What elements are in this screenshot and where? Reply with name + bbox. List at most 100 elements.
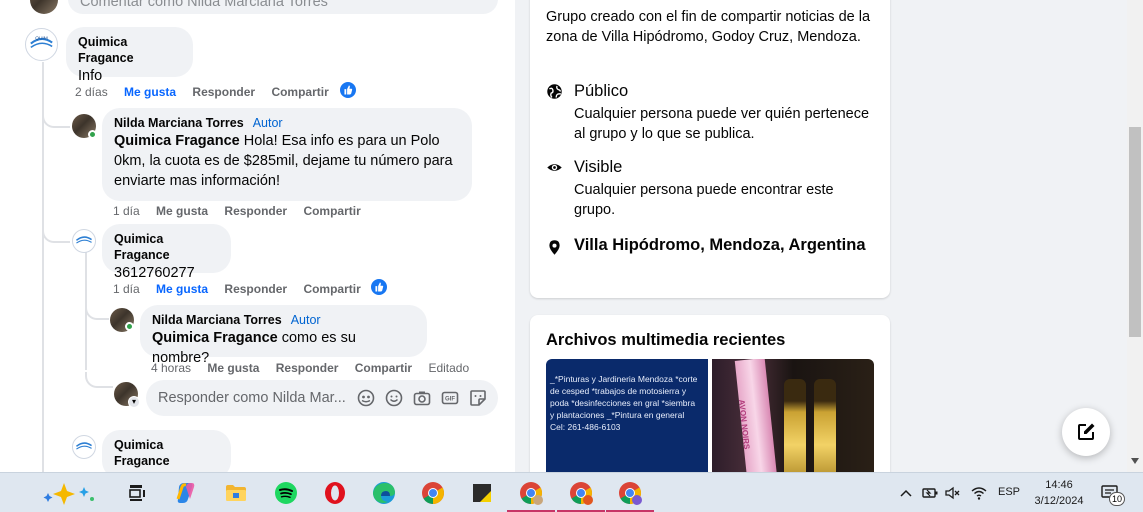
new-message-button[interactable]	[1062, 408, 1110, 456]
input-language-indicator[interactable]: ESP	[998, 486, 1020, 498]
privacy-description: Cualquier persona puede ver quién perten…	[574, 106, 870, 142]
page-scrollbar[interactable]	[1127, 0, 1143, 472]
quimica-fragance-avatar[interactable]	[72, 435, 96, 459]
comment-time[interactable]: 2 días	[75, 85, 108, 99]
wifi-icon[interactable]	[970, 483, 988, 503]
share-button[interactable]: Compartir	[271, 85, 328, 99]
scrollbar-thumb[interactable]	[1129, 127, 1141, 337]
group-about-card: Grupo creado con el fin de compartir not…	[530, 0, 890, 298]
thread-connector	[42, 100, 70, 128]
reply-input[interactable]	[158, 380, 358, 416]
chrome-profile-icon[interactable]	[507, 477, 555, 512]
privacy-title: Público	[574, 82, 629, 100]
account-switch-chevron-icon[interactable]: ▾	[128, 396, 140, 408]
flyer-text: _*Pinturas y Jardineria Mendoza *corte d…	[550, 374, 698, 432]
comment-time[interactable]: 1 día	[113, 204, 140, 218]
sticker-icon[interactable]	[468, 388, 488, 408]
visibility-title: Visible	[574, 158, 623, 176]
mention-link[interactable]: Quimica Fragance	[114, 133, 240, 149]
location-pin-icon	[546, 239, 563, 256]
media-thumbnail-product[interactable]: AVON NOIRS	[712, 359, 874, 489]
comment-time[interactable]: 1 día	[113, 282, 140, 296]
sticky-notes-icon[interactable]	[466, 477, 498, 509]
like-button[interactable]: Me gusta	[156, 204, 208, 218]
scroll-down-arrow-icon[interactable]	[1131, 458, 1139, 464]
recent-media-card: Archivos multimedia recientes _*Pinturas…	[530, 315, 890, 489]
file-explorer-icon[interactable]	[220, 477, 252, 509]
comment-bubble: Nilda Marciana Torres Autor Quimica Fraga…	[102, 108, 472, 201]
thread-connector	[85, 372, 113, 388]
avatar-sticker-icon[interactable]	[356, 388, 376, 408]
media-card-title: Archivos multimedia recientes	[546, 331, 786, 349]
author-badge: Autor	[252, 116, 283, 130]
comment-actions: 2 días Me gusta Responder Compartir	[75, 84, 342, 100]
windows-taskbar: ESP 14:46 3/12/2024 10	[0, 472, 1143, 512]
group-description: Grupo creado con el fin de compartir not…	[546, 9, 871, 45]
opera-icon[interactable]	[319, 477, 351, 509]
reply-button[interactable]: Responder	[276, 361, 339, 375]
online-status-badge	[125, 322, 134, 331]
edge-icon[interactable]	[368, 477, 400, 509]
svg-text:QUIM: QUIM	[35, 36, 48, 42]
chrome-profile-icon[interactable]	[557, 477, 605, 512]
show-hidden-icons-chevron-icon[interactable]	[898, 483, 914, 503]
comment-author[interactable]: Quimica Fragance	[114, 437, 219, 469]
like-reaction-icon[interactable]	[339, 81, 357, 99]
globe-icon	[546, 83, 563, 100]
copilot-icon[interactable]	[170, 477, 202, 509]
current-user-avatar[interactable]	[30, 0, 58, 14]
location-text[interactable]: Villa Hipódromo, Mendoza, Argentina	[574, 235, 874, 256]
comment-author[interactable]: Quimica Fragance	[114, 231, 219, 263]
share-button[interactable]: Compartir	[303, 282, 360, 296]
reply-button[interactable]: Responder	[192, 85, 255, 99]
reply-button[interactable]: Responder	[224, 204, 287, 218]
comment-bubble: Quimica Fragance 3612760277	[102, 224, 231, 281]
comment-text: 3612760277	[114, 265, 195, 281]
comment-bubble: Quimica Fragance 2612760277	[102, 430, 231, 472]
comment-actions: 1 día Me gusta Responder Compartir	[113, 203, 374, 219]
comment-author[interactable]: Nilda Marciana Torres	[152, 313, 282, 327]
comment-author[interactable]: Quimica Fragance	[78, 34, 181, 66]
like-button[interactable]: Me gusta	[156, 282, 208, 296]
emoji-icon[interactable]	[384, 388, 404, 408]
reply-tools: GIF	[356, 388, 488, 408]
copilot-sparkle-icon[interactable]	[42, 477, 100, 509]
like-button[interactable]: Me gusta	[124, 85, 176, 99]
gif-icon[interactable]: GIF	[440, 388, 460, 408]
comment-time[interactable]: 4 horas	[151, 361, 191, 375]
visibility-description: Cualquier persona puede encontrar este g…	[574, 182, 834, 218]
like-button[interactable]: Me gusta	[207, 361, 259, 375]
thread-connector	[85, 296, 109, 320]
comment-author-row: Nilda Marciana Torres Autor	[114, 115, 460, 131]
comment-author[interactable]: Nilda Marciana Torres	[114, 116, 244, 130]
like-reaction-icon[interactable]	[370, 278, 388, 296]
comment-actions: 4 horas Me gusta Responder Compartir Edi…	[151, 360, 482, 376]
reply-button[interactable]: Responder	[224, 282, 287, 296]
quimica-fragance-avatar[interactable]: QUIM	[25, 28, 58, 61]
share-button[interactable]: Compartir	[303, 204, 360, 218]
comment-actions: 1 día Me gusta Responder Compartir	[113, 281, 374, 297]
clock[interactable]: 14:46 3/12/2024	[1032, 477, 1086, 509]
comment-author-row: Nilda Marciana Torres Autor	[152, 312, 415, 328]
compose-icon	[1078, 423, 1095, 440]
comment-bubble: Nilda Marciana Torres Autor Quimica Fraga…	[140, 305, 427, 366]
eye-icon	[546, 159, 563, 176]
media-thumbnail-flyer[interactable]: _*Pinturas y Jardineria Mendoza *corte d…	[546, 359, 708, 489]
top-comment-placeholder: Comentar como Nilda Marciana Torres	[80, 0, 328, 10]
battery-icon[interactable]	[921, 483, 939, 503]
task-view-icon[interactable]	[121, 477, 153, 509]
chrome-icon[interactable]	[417, 477, 449, 509]
thread-connector	[42, 215, 70, 243]
online-status-badge	[88, 130, 97, 139]
chrome-profile-icon[interactable]	[606, 477, 654, 512]
spotify-icon[interactable]	[270, 477, 302, 509]
mention-link[interactable]: Quimica Fragance	[152, 330, 278, 346]
reply-input-box[interactable]: GIF	[146, 380, 498, 416]
top-comment-input[interactable]: Comentar como Nilda Marciana Torres	[68, 0, 498, 14]
volume-muted-icon[interactable]	[944, 483, 962, 503]
camera-icon[interactable]	[412, 388, 432, 408]
share-button[interactable]: Compartir	[355, 361, 412, 375]
comment-text: Info	[78, 68, 103, 84]
quimica-fragance-avatar[interactable]	[72, 229, 96, 253]
author-badge: Autor	[290, 313, 321, 327]
